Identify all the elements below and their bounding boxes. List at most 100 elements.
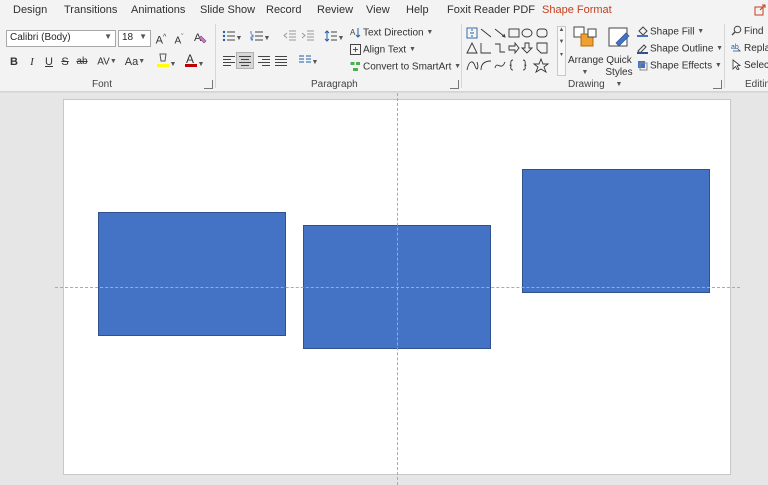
arrange-button[interactable]: Arrange ▼ [568, 25, 604, 79]
shape-effects-button[interactable]: Shape Effects ▼ [637, 59, 722, 73]
bold-button[interactable]: B [8, 54, 20, 70]
editing-group-label: Editin [745, 79, 768, 90]
font-color-button[interactable]: A ▼ [182, 52, 206, 68]
align-center-button[interactable] [236, 52, 254, 69]
svg-text:ab: ab [731, 44, 739, 51]
decrease-indent-button[interactable] [282, 30, 298, 46]
chevron-down-icon: ▼ [337, 35, 345, 43]
chevron-down-icon: ▼ [426, 29, 434, 36]
vertical-smart-guide [397, 93, 398, 485]
quick-styles-label-1: Quick [606, 55, 632, 66]
paint-bucket-icon [637, 25, 648, 37]
smartart-icon [350, 61, 360, 71]
find-label: Find [744, 26, 764, 37]
chevron-down-icon: ▼ [697, 28, 705, 35]
underline-button[interactable]: U [43, 54, 55, 70]
arrange-label: Arrange [568, 55, 604, 66]
line-spacing-icon [324, 30, 337, 42]
increase-indent-button[interactable] [300, 30, 316, 46]
highlight-color-button[interactable]: ▼ [154, 52, 178, 68]
shape-outline-button[interactable]: Shape Outline ▼ [637, 42, 723, 56]
ribbon-tab-strip: Design Transitions Animations Slide Show… [0, 0, 768, 22]
tab-foxit-reader-pdf[interactable]: Foxit Reader PDF [447, 4, 535, 16]
drawing-dialog-launcher-icon[interactable] [713, 80, 722, 89]
shadow-button[interactable]: S [60, 54, 70, 70]
shape-fill-button[interactable]: Shape Fill ▼ [637, 25, 704, 39]
tab-slide-show[interactable]: Slide Show [200, 4, 255, 16]
chevron-down-icon: ▼ [263, 35, 271, 43]
align-text-button[interactable]: Align Text ▼ [350, 43, 416, 57]
more-icon[interactable]: ▾ [558, 51, 565, 58]
align-center-icon [237, 55, 253, 68]
character-spacing-icon: AV [97, 56, 110, 68]
italic-button[interactable]: I [26, 54, 38, 70]
shapes-gallery-scroll[interactable]: ▲ ▼ ▾ [557, 26, 566, 76]
bullets-button[interactable]: ▼ [220, 30, 244, 46]
slide-editing-area [0, 93, 768, 485]
group-separator [461, 24, 462, 88]
chevron-up-icon[interactable]: ▲ [558, 27, 565, 33]
ribbon: Calibri (Body) ▼ 18 ▼ A^ Aˇ A B I U S ab… [0, 22, 768, 92]
chevron-down-icon: ▼ [615, 81, 623, 88]
tab-animations[interactable]: Animations [131, 4, 185, 16]
align-text-icon [350, 43, 361, 55]
search-icon [731, 25, 742, 36]
find-button[interactable]: Find [731, 25, 763, 39]
tab-design[interactable]: Design [13, 4, 47, 16]
tab-transitions[interactable]: Transitions [64, 4, 117, 16]
drawing-group-label: Drawing [568, 79, 605, 90]
convert-to-smartart-button[interactable]: Convert to SmartArt ▼ [350, 60, 461, 74]
paragraph-dialog-launcher-icon[interactable] [450, 80, 459, 89]
group-separator [724, 24, 725, 88]
clear-formatting-button[interactable]: A [192, 30, 208, 46]
quick-styles-label-2: Styles [605, 67, 633, 78]
paragraph-group-label: Paragraph [311, 79, 358, 90]
justify-icon[interactable] [273, 55, 289, 68]
font-size-combo[interactable]: 18 ▼ [118, 30, 151, 47]
arrange-icon [573, 26, 597, 47]
chevron-down-icon: ▼ [716, 45, 724, 52]
font-dialog-launcher-icon[interactable] [204, 80, 213, 89]
line-spacing-button[interactable]: ▼ [322, 30, 346, 46]
character-spacing-button[interactable]: AV▼ [94, 54, 120, 70]
strikethrough-button[interactable]: ab [74, 54, 90, 70]
rectangle-shape-1[interactable] [98, 212, 286, 336]
rectangle-shape-3[interactable] [522, 169, 710, 293]
shape-fill-label: Shape Fill [650, 26, 695, 38]
select-button[interactable]: Select [731, 59, 768, 73]
shapes-gallery[interactable] [465, 26, 557, 76]
numbering-button[interactable]: ▼ [248, 30, 272, 46]
decrease-indent-icon [283, 30, 296, 41]
svg-text:A: A [350, 28, 356, 37]
highlighter-icon [156, 53, 169, 67]
chevron-down-icon[interactable]: ▼ [558, 39, 565, 45]
font-size-value: 18 [122, 32, 134, 43]
text-direction-button[interactable]: A Text Direction ▼ [350, 26, 433, 40]
tab-view[interactable]: View [366, 4, 390, 16]
numbering-icon [250, 31, 263, 41]
quick-styles-button[interactable]: Quick Styles ▼ [603, 25, 635, 92]
grow-font-icon: A [155, 34, 164, 47]
chevron-down-icon: ▼ [197, 61, 205, 69]
grow-font-button[interactable]: A^ [154, 30, 168, 47]
shrink-font-button[interactable]: Aˇ [172, 30, 186, 46]
columns-icon [298, 55, 311, 63]
tab-review[interactable]: Review [317, 4, 353, 16]
shapes-gallery-icons [466, 27, 550, 74]
align-left-icon[interactable] [221, 55, 237, 68]
columns-button[interactable]: ▼ [296, 54, 320, 70]
tab-record[interactable]: Record [266, 4, 301, 16]
chevron-down-icon: ▼ [714, 62, 722, 69]
chevron-down-icon: ▼ [408, 46, 416, 53]
share-icon[interactable] [754, 4, 768, 18]
replace-button[interactable]: ab Replac [731, 42, 768, 56]
font-name-value: Calibri (Body) [10, 32, 71, 43]
tab-shape-format[interactable]: Shape Format [542, 4, 612, 16]
change-case-button[interactable]: Aa▼ [122, 54, 148, 70]
chevron-down-icon: ▼ [311, 59, 319, 67]
replace-icon: ab [731, 44, 741, 52]
select-label: Select [744, 60, 768, 71]
font-name-combo[interactable]: Calibri (Body) ▼ [6, 30, 116, 47]
tab-help[interactable]: Help [406, 4, 429, 16]
align-right-icon[interactable] [256, 55, 272, 68]
